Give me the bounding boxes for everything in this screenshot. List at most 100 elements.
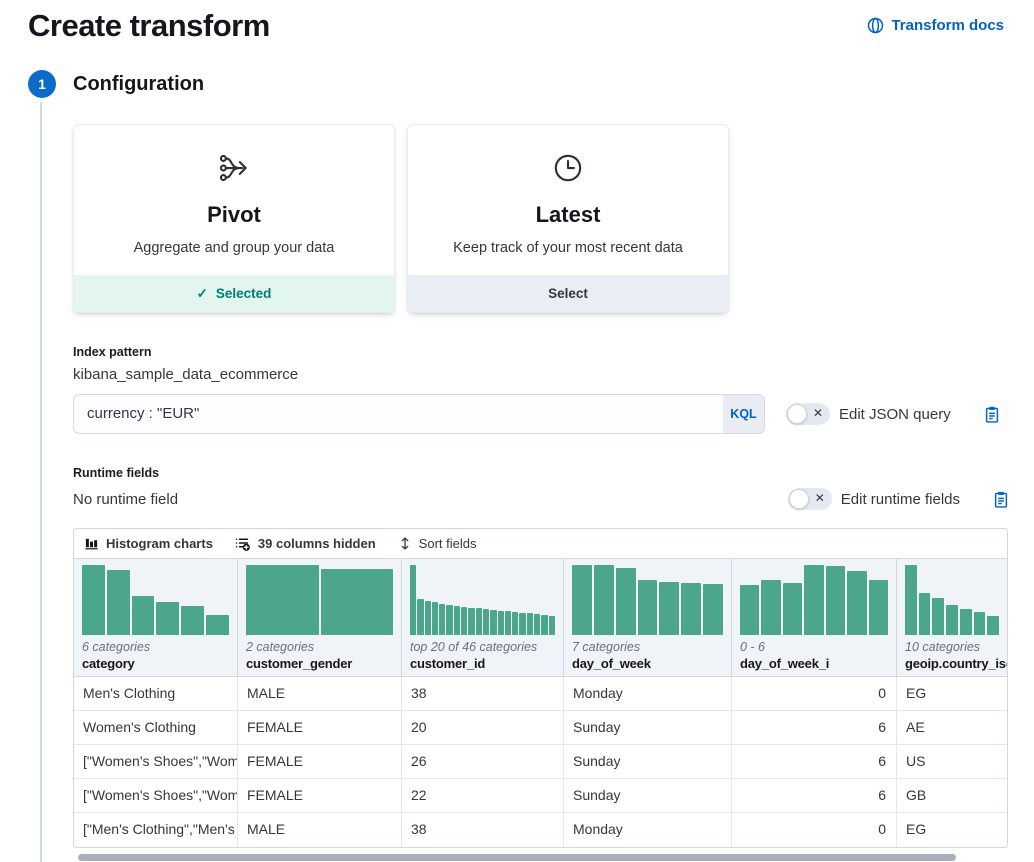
column-header-day_of_week_i[interactable]: 0 - 6day_of_week_i — [732, 559, 897, 676]
table-cell[interactable]: Sunday — [564, 711, 732, 744]
pivot-selected-footer[interactable]: ✓ Selected — [74, 275, 394, 312]
column-header-customer_gender[interactable]: 2 categoriescustomer_gender — [238, 559, 402, 676]
table-cell[interactable]: AE — [897, 711, 1007, 744]
table-cell[interactable]: EG — [897, 813, 1007, 847]
edit-json-query-toggle[interactable]: ✕ — [786, 403, 830, 425]
histogram-chart-category — [82, 565, 229, 635]
table-cell[interactable]: Women's Clothing — [74, 711, 238, 744]
histogram-bar — [425, 601, 431, 635]
column-subtitle: 0 - 6 — [740, 640, 888, 654]
histogram-charts-button[interactable]: Histogram charts — [84, 536, 213, 551]
table-cell[interactable]: FEMALE — [238, 745, 402, 778]
histogram-bar — [439, 604, 445, 636]
columns-hidden-button[interactable]: 39 columns hidden — [235, 536, 376, 552]
create-transform-page: Create transform Transform docs 1 Config… — [0, 0, 1034, 862]
runtime-fields-row: No runtime field ✕ Edit runtime fields — [73, 488, 1010, 510]
aggregate-icon — [217, 150, 251, 186]
histogram-bar — [616, 568, 636, 635]
histogram-bar — [468, 608, 474, 635]
table-cell[interactable]: 6 — [732, 711, 897, 744]
copy-query-button[interactable] — [983, 405, 1001, 424]
table-cell[interactable]: Monday — [564, 813, 732, 847]
table-cell[interactable]: FEMALE — [238, 779, 402, 812]
histogram-bar — [417, 599, 423, 635]
histogram-bar — [512, 612, 518, 635]
histogram-bar — [476, 608, 482, 635]
histogram-bar — [432, 602, 438, 635]
page-header: Create transform Transform docs — [0, 0, 1034, 44]
histogram-bar — [681, 583, 701, 636]
table-cell[interactable]: 22 — [402, 779, 564, 812]
table-cell[interactable]: US — [897, 745, 1007, 778]
histogram-bar — [461, 607, 467, 635]
edit-json-query-group: ✕ Edit JSON query — [786, 403, 1001, 425]
column-subtitle: 7 categories — [572, 640, 723, 654]
column-header-day_of_week[interactable]: 7 categoriesday_of_week — [564, 559, 732, 676]
histogram-bar — [321, 569, 394, 636]
histogram-bar — [505, 611, 511, 635]
runtime-fields-value: No runtime field — [73, 491, 178, 508]
histogram-charts-label: Histogram charts — [106, 536, 213, 551]
column-subtitle: 2 categories — [246, 640, 393, 654]
table-cell[interactable]: 0 — [732, 813, 897, 847]
column-header-category[interactable]: 6 categoriescategory — [74, 559, 238, 676]
column-header-customer_id[interactable]: top 20 of 46 categoriescustomer_id — [402, 559, 564, 676]
transform-docs-link[interactable]: Transform docs — [867, 17, 1004, 34]
table-cell[interactable]: Monday — [564, 677, 732, 710]
histogram-bar — [541, 615, 547, 635]
table-cell[interactable]: 26 — [402, 745, 564, 778]
table-cell[interactable]: MALE — [238, 677, 402, 710]
histogram-bar — [761, 580, 780, 635]
histogram-bar — [572, 565, 592, 635]
histogram-chart-customer_id — [410, 565, 555, 635]
table-row: ["Women's Shoes","Wom…FEMALE22Sunday6GB — [74, 779, 1007, 813]
query-bar-row: currency : "EUR" KQL ✕ Edit JSON query — [73, 394, 1010, 434]
edit-runtime-fields-label: Edit runtime fields — [841, 491, 960, 508]
table-cell[interactable]: Men's Clothing — [74, 677, 238, 710]
histogram-bar — [869, 580, 888, 635]
edit-runtime-fields-toggle[interactable]: ✕ — [788, 488, 832, 510]
column-header-geoip.country_iso_code[interactable]: 10 categoriesgeoip.country_iso_code — [897, 559, 1007, 676]
configuration-content: Pivot Aggregate and group your data ✓ Se… — [73, 124, 1010, 861]
table-cell[interactable]: MALE — [238, 813, 402, 847]
columns-hidden-label: 39 columns hidden — [258, 536, 376, 551]
table-row: Men's ClothingMALE38Monday0EG — [74, 677, 1007, 711]
table-cell[interactable]: Sunday — [564, 745, 732, 778]
table-cell[interactable]: ["Women's Shoes","Wom… — [74, 745, 238, 778]
table-cell[interactable]: FEMALE — [238, 711, 402, 744]
histogram-bar — [783, 583, 802, 635]
step-title: Configuration — [73, 73, 204, 96]
step-number-badge: 1 — [28, 70, 56, 98]
table-cell[interactable]: ["Women's Shoes","Wom… — [74, 779, 238, 812]
query-language-button[interactable]: KQL — [723, 395, 764, 433]
latest-card[interactable]: Latest Keep track of your most recent da… — [407, 124, 729, 313]
histogram-chart-day_of_week — [572, 565, 723, 635]
index-pattern-value: kibana_sample_data_ecommerce — [73, 366, 1010, 383]
table-cell[interactable]: 6 — [732, 779, 897, 812]
index-pattern-label: Index pattern — [73, 345, 1010, 359]
table-cell[interactable]: 38 — [402, 813, 564, 847]
table-cell[interactable]: Sunday — [564, 779, 732, 812]
table-cell[interactable]: ["Men's Clothing","Men's … — [74, 813, 238, 847]
histogram-bar — [82, 565, 105, 635]
table-cell[interactable]: GB — [897, 779, 1007, 812]
column-name: category — [82, 656, 229, 671]
kql-search-input[interactable]: currency : "EUR" KQL — [73, 394, 765, 434]
table-cell[interactable]: 20 — [402, 711, 564, 744]
grid-toolbar: Histogram charts 39 columns hidden — [74, 529, 1007, 559]
latest-select-button[interactable]: Select — [408, 275, 728, 312]
pivot-card[interactable]: Pivot Aggregate and group your data ✓ Se… — [73, 124, 395, 313]
table-cell[interactable]: 0 — [732, 677, 897, 710]
copy-runtime-fields-button[interactable] — [992, 490, 1010, 509]
table-cell[interactable]: EG — [897, 677, 1007, 710]
histogram-bar — [847, 571, 866, 635]
sort-fields-button[interactable]: Sort fields — [398, 536, 477, 551]
table-cell[interactable]: 38 — [402, 677, 564, 710]
histogram-bar — [483, 609, 489, 635]
table-cell[interactable]: 6 — [732, 745, 897, 778]
horizontal-scrollbar[interactable] — [78, 854, 956, 861]
histogram-bar — [446, 605, 452, 635]
column-name: geoip.country_iso_code — [905, 656, 999, 671]
histogram-bar — [919, 593, 931, 635]
histogram-bar — [527, 613, 533, 635]
